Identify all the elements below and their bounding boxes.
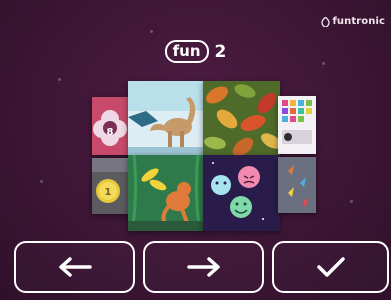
- arrow-left-icon: [58, 257, 92, 277]
- tile-color-blocks[interactable]: [278, 96, 316, 154]
- background-sparkle: [58, 78, 61, 81]
- next-button[interactable]: [143, 241, 264, 293]
- arrow-right-icon: [186, 257, 220, 277]
- fun-pill-label: fun: [164, 40, 209, 63]
- tile-jungle-monkey[interactable]: [128, 155, 205, 231]
- brand-logo: funtronic: [321, 16, 385, 27]
- tile-number-coin[interactable]: 1: [92, 158, 132, 214]
- tile-badge: 1: [105, 187, 112, 198]
- level-number: 2: [214, 41, 227, 62]
- brand-name: funtronic: [332, 16, 385, 27]
- rocket-icon: [278, 157, 316, 213]
- page-title: fun 2: [0, 40, 391, 63]
- tile-badge: 8: [107, 127, 114, 138]
- confirm-button[interactable]: [272, 241, 389, 293]
- tile-rockets[interactable]: [278, 157, 316, 213]
- funtronic-logo-icon: [321, 16, 331, 27]
- background-sparkle: [150, 30, 153, 33]
- tile-dinosaur[interactable]: [128, 81, 205, 158]
- coin-number-icon: 1: [92, 158, 132, 214]
- background-sparkle: [40, 180, 43, 183]
- tile-number-flower[interactable]: 8: [92, 97, 132, 155]
- leaves-icon: [203, 81, 280, 158]
- monkey-icon: [128, 155, 205, 231]
- color-grid-icon: [278, 96, 316, 154]
- checkmark-icon: [316, 257, 345, 277]
- flower-number-icon: 8: [92, 97, 132, 155]
- tile-emotion-faces[interactable]: [203, 155, 280, 231]
- background-sparkle: [350, 200, 353, 203]
- dinosaur-icon: [128, 81, 205, 158]
- previous-button[interactable]: [14, 241, 135, 293]
- emoji-faces-icon: [203, 155, 280, 231]
- tile-autumn-leaves[interactable]: [203, 81, 280, 158]
